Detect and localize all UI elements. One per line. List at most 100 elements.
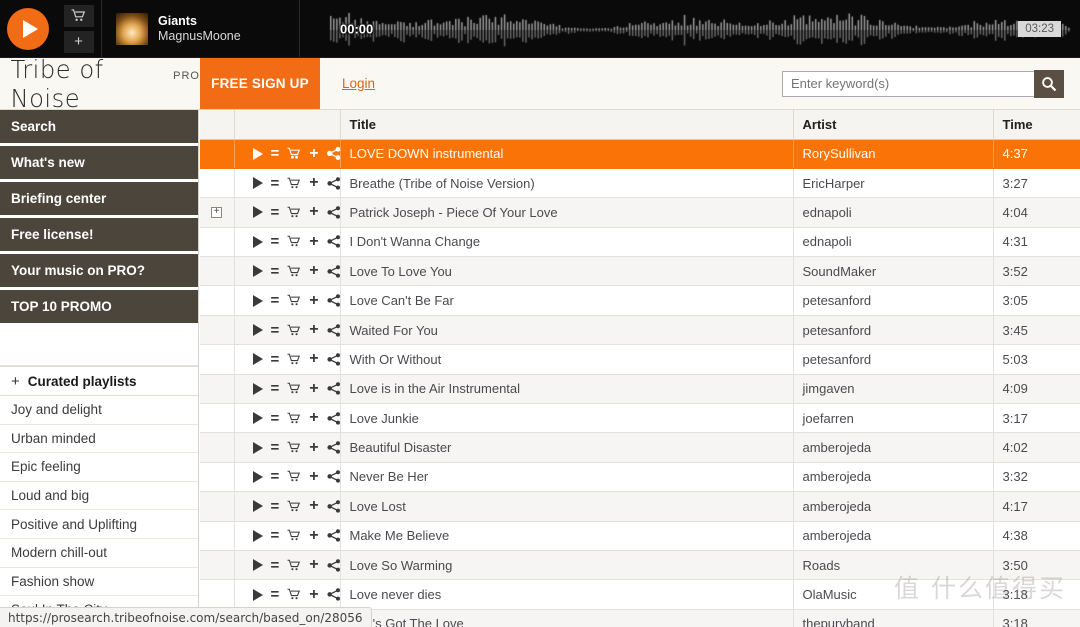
row-cart-button[interactable] (287, 324, 301, 337)
equals-icon[interactable]: = (271, 381, 280, 396)
table-row[interactable]: = + Never Be Her amberojeda 3:32 (200, 462, 1080, 493)
row-cart-button[interactable] (287, 559, 301, 572)
row-cart-button[interactable] (287, 206, 301, 219)
plus-icon[interactable]: + (309, 204, 318, 220)
row-title[interactable]: Love is in the Air Instrumental (340, 374, 794, 405)
row-title[interactable]: Beautiful Disaster (340, 432, 794, 463)
equals-icon[interactable]: = (271, 323, 280, 338)
playlist-item-modern-chill-out[interactable]: Modern chill-out (0, 539, 198, 568)
equals-icon[interactable]: = (271, 528, 280, 543)
row-play-button[interactable] (252, 529, 263, 542)
plus-icon[interactable]: + (309, 527, 318, 544)
row-cart-button[interactable] (287, 529, 301, 542)
table-row[interactable]: = + Waited For You petesanford 3:45 (200, 315, 1080, 346)
row-share-button[interactable] (327, 441, 339, 454)
row-share-button[interactable] (327, 323, 339, 337)
row-play-button[interactable] (252, 147, 263, 160)
equals-icon[interactable]: = (271, 411, 280, 426)
plus-icon[interactable]: + (309, 557, 318, 573)
equals-icon[interactable]: = (271, 293, 280, 308)
table-row[interactable]: = + Love To Love You SoundMaker 3:52 (200, 256, 1080, 287)
row-title[interactable]: With Or Without (340, 344, 794, 375)
row-cart-button[interactable] (287, 353, 301, 366)
table-row[interactable]: = + I Don't Wanna Change ednapoli 4:31 (200, 227, 1080, 258)
row-title[interactable]: Patrick Joseph - Piece Of Your Love (340, 197, 794, 228)
sidebar-item-your-music-on-pro[interactable]: Your music on PRO? (0, 254, 198, 289)
table-row[interactable]: = + Beautiful Disaster amberojeda 4:02 (200, 432, 1080, 463)
row-share-button[interactable] (327, 382, 339, 395)
row-share-button[interactable] (327, 176, 339, 190)
row-share-button[interactable] (327, 235, 339, 248)
table-row[interactable]: = + Love Can't Be Far petesanford 3:05 (200, 285, 1080, 316)
row-play-button[interactable] (252, 470, 263, 483)
row-cart-button[interactable] (287, 412, 301, 425)
row-title[interactable]: Make Me Believe (340, 521, 794, 551)
equals-icon[interactable]: = (271, 176, 280, 191)
row-share-button[interactable] (327, 206, 339, 219)
row-title[interactable]: Waited For You (340, 315, 794, 346)
row-play-button[interactable] (252, 382, 263, 395)
row-play-button[interactable] (252, 353, 263, 366)
equals-icon[interactable]: = (271, 499, 280, 514)
row-share-button[interactable] (326, 147, 339, 161)
row-play-button[interactable] (252, 294, 263, 307)
playlist-item-fashion-show[interactable]: Fashion show (0, 568, 198, 597)
row-play-button[interactable] (252, 324, 263, 337)
row-share-button[interactable] (327, 411, 339, 425)
expand-box-icon[interactable]: + (211, 206, 222, 218)
row-play-button[interactable] (252, 588, 263, 601)
player-play-button[interactable] (7, 7, 49, 50)
equals-icon[interactable]: = (271, 205, 280, 220)
row-cart-button[interactable] (287, 588, 301, 601)
equals-icon[interactable]: = (271, 234, 280, 249)
plus-icon[interactable]: + (309, 410, 318, 426)
plus-icon[interactable]: + (63, 30, 94, 53)
row-title[interactable]: Breathe (Tribe of Noise Version) (340, 168, 794, 199)
table-row[interactable]: = + Love Junkie joefarren 3:17 (200, 403, 1080, 434)
row-share-button[interactable] (327, 353, 339, 366)
plus-icon[interactable]: + (309, 233, 318, 250)
playlist-item-urban-minded[interactable]: Urban minded (0, 425, 198, 454)
sidebar-item-what-s-new[interactable]: What's new (0, 146, 198, 181)
row-cart-button[interactable] (287, 265, 301, 278)
row-share-button[interactable] (327, 294, 339, 307)
row-play-button[interactable] (252, 235, 263, 248)
playlist-item-epic-feeling[interactable]: Epic feeling (0, 453, 198, 482)
equals-icon[interactable]: = (271, 440, 280, 455)
table-row[interactable]: = + Breathe (Tribe of Noise Version) EricHa… (200, 168, 1080, 199)
row-title[interactable]: Love never dies (340, 579, 794, 610)
sidebar-item-free-license[interactable]: Free license! (0, 218, 198, 253)
site-logo[interactable]: Tribe of Noise PRO (0, 55, 200, 113)
row-play-button[interactable] (252, 500, 263, 513)
plus-icon[interactable]: + (309, 145, 318, 162)
playlist-item-positive-and-uplifting[interactable]: Positive and Uplifting (0, 510, 198, 539)
equals-icon[interactable]: = (271, 558, 280, 573)
sidebar-item-search[interactable]: Search (0, 110, 198, 145)
row-cart-button[interactable] (287, 500, 301, 513)
row-cart-button[interactable] (287, 470, 301, 483)
waveform-scrubber[interactable]: 00:00 03:23 (300, 0, 1080, 57)
sidebar-item-briefing-center[interactable]: Briefing center (0, 182, 198, 217)
plus-icon[interactable]: + (309, 380, 318, 397)
plus-icon[interactable]: + (309, 351, 318, 367)
search-input[interactable] (782, 70, 1034, 97)
row-play-button[interactable] (252, 559, 263, 572)
row-play-button[interactable] (252, 177, 263, 190)
plus-icon[interactable]: + (309, 468, 318, 485)
row-title[interactable]: She's Got The Love (340, 609, 794, 627)
row-share-button[interactable] (327, 588, 339, 601)
row-share-button[interactable] (327, 558, 339, 572)
row-title[interactable]: I Don't Wanna Change (340, 227, 794, 258)
row-cart-button[interactable] (287, 147, 301, 160)
row-title[interactable]: Never Be Her (340, 462, 794, 493)
table-row[interactable]: = + Love So Warming Roads 3:50 (200, 550, 1080, 581)
plus-icon[interactable]: + (309, 175, 318, 191)
table-row[interactable]: = + Make Me Believe amberojeda 4:38 (200, 521, 1080, 551)
row-play-button[interactable] (252, 206, 263, 219)
row-cart-button[interactable] (287, 177, 301, 190)
search-button[interactable] (1034, 69, 1064, 98)
plus-icon[interactable]: + (309, 322, 318, 338)
col-header-time[interactable]: Time (993, 110, 1080, 140)
plus-icon[interactable]: + (309, 439, 318, 456)
plus-icon[interactable]: + (309, 498, 318, 514)
